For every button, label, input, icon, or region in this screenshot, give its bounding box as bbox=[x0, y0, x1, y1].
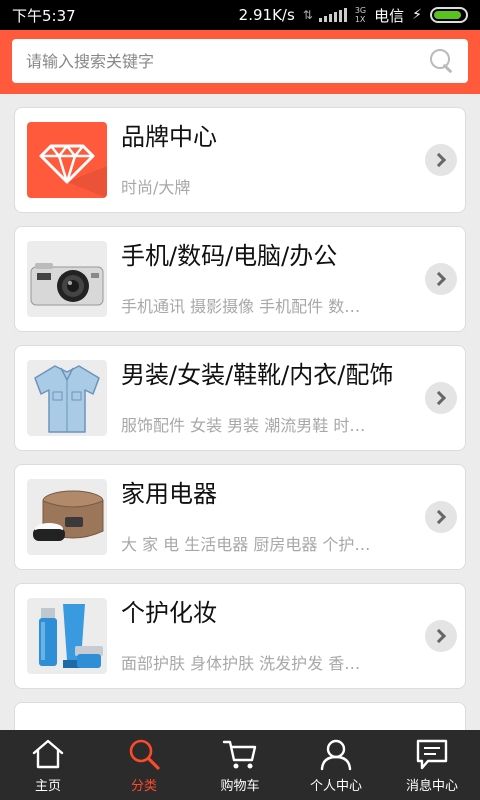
category-title: 个护化妆 bbox=[121, 599, 217, 627]
bottom-tab-bar: 主页 分类 购物车 个人中心 消息中心 bbox=[0, 730, 480, 800]
category-subtitle: 服饰配件 女装 男装 潮流男鞋 时… bbox=[121, 416, 366, 435]
tab-label: 个人中心 bbox=[309, 779, 362, 794]
rice-cooker-image bbox=[27, 479, 107, 555]
rice-cooker-icon bbox=[33, 490, 104, 541]
tab-home[interactable]: 主页 bbox=[0, 730, 96, 800]
category-card-digital[interactable]: 手机/数码/电脑/办公 手机通讯 摄影摄像 手机配件 数… bbox=[14, 226, 466, 332]
message-icon bbox=[412, 735, 452, 773]
home-icon bbox=[28, 735, 68, 773]
tab-label: 主页 bbox=[34, 779, 61, 794]
chevron-right-icon[interactable] bbox=[425, 501, 457, 533]
tab-cart[interactable]: 购物车 bbox=[192, 730, 288, 800]
category-title: 男装/女装/鞋靴/内衣/配饰 bbox=[121, 361, 394, 389]
shirt-image bbox=[27, 360, 107, 436]
search-box[interactable] bbox=[12, 39, 468, 83]
battery-icon bbox=[430, 7, 468, 23]
status-time: 下午5:37 bbox=[12, 6, 76, 25]
tab-category[interactable]: 分类 bbox=[96, 730, 192, 800]
camera-icon bbox=[30, 263, 104, 306]
category-card-brand-center[interactable]: 品牌中心 时尚/大牌 bbox=[14, 107, 466, 213]
category-card-appliances[interactable]: 家用电器 大 家 电 生活电器 厨房电器 个护… bbox=[14, 464, 466, 570]
category-title: 家用电器 bbox=[121, 480, 217, 508]
carrier-name: 电信 bbox=[374, 6, 405, 25]
cart-icon bbox=[220, 735, 260, 773]
chevron-right-icon[interactable] bbox=[425, 263, 457, 295]
tab-label: 购物车 bbox=[220, 779, 260, 794]
chevron-right-icon[interactable] bbox=[425, 382, 457, 414]
cosmetics-icon bbox=[39, 604, 103, 668]
data-transfer-icon: ⇅ bbox=[302, 8, 313, 22]
search-input[interactable] bbox=[26, 51, 428, 71]
tab-label: 消息中心 bbox=[405, 779, 458, 794]
charging-icon: ⚡ bbox=[412, 7, 422, 23]
network-type: 3G 1X bbox=[354, 6, 367, 24]
status-bar: 下午5:37 2.91K/s ⇅ 3G 1X 电信 ⚡ bbox=[0, 0, 480, 30]
user-icon bbox=[316, 735, 356, 773]
category-subtitle: 面部护肤 身体护肤 洗发护发 香… bbox=[121, 654, 361, 673]
category-list: 品牌中心 时尚/大牌 手机/数码/电脑/办公 手机通讯 摄影摄像 手机配件 数… bbox=[14, 107, 466, 742]
tab-label: 分类 bbox=[130, 779, 157, 794]
category-subtitle: 手机通讯 摄影摄像 手机配件 数… bbox=[121, 297, 361, 316]
category-subtitle: 时尚/大牌 bbox=[121, 178, 191, 197]
category-title: 手机/数码/电脑/办公 bbox=[121, 242, 338, 270]
category-title: 品牌中心 bbox=[121, 123, 217, 151]
diamond-icon bbox=[39, 144, 107, 198]
camera-image bbox=[27, 241, 107, 317]
signal-strength-icon bbox=[318, 8, 347, 22]
tab-profile[interactable]: 个人中心 bbox=[288, 730, 384, 800]
shirt-icon bbox=[34, 365, 100, 433]
battery-level bbox=[434, 11, 461, 19]
network-speed: 2.91K/s bbox=[238, 6, 295, 24]
search-icon[interactable] bbox=[428, 47, 456, 75]
chevron-right-icon[interactable] bbox=[425, 144, 457, 176]
brand-center-image bbox=[27, 122, 107, 198]
category-subtitle: 大 家 电 生活电器 厨房电器 个护… bbox=[121, 535, 371, 554]
search-icon bbox=[124, 735, 164, 773]
category-card-apparel[interactable]: 男装/女装/鞋靴/内衣/配饰 服饰配件 女装 男装 潮流男鞋 时… bbox=[14, 345, 466, 451]
tab-messages[interactable]: 消息中心 bbox=[384, 730, 480, 800]
search-header bbox=[0, 30, 480, 94]
category-card-cosmetics[interactable]: 个护化妆 面部护肤 身体护肤 洗发护发 香… bbox=[14, 583, 466, 689]
chevron-right-icon[interactable] bbox=[425, 620, 457, 652]
cosmetics-image bbox=[27, 598, 107, 674]
